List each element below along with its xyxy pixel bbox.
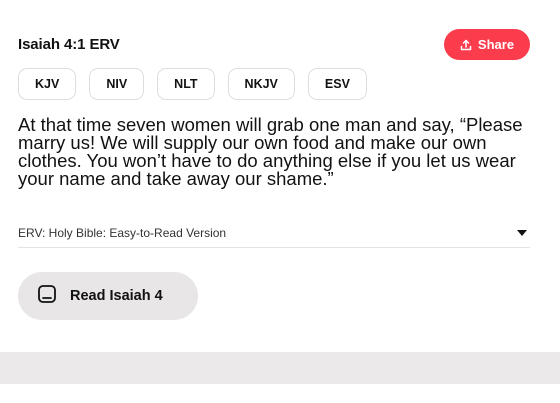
- verse-reference-title: Isaiah 4:1 ERV: [18, 36, 120, 53]
- version-buttons: KJV NIV NLT NKJV ESV: [18, 68, 367, 100]
- read-chapter-label: Read Isaiah 4: [70, 288, 163, 304]
- version-button-esv[interactable]: ESV: [307, 68, 367, 100]
- version-button-nkjv[interactable]: NKJV: [227, 68, 295, 100]
- version-button-kjv[interactable]: KJV: [18, 68, 77, 100]
- version-select-label: ERV: Holy Bible: Easy-to-Read Version: [18, 226, 227, 240]
- book-icon: [37, 284, 57, 309]
- version-button-nlt[interactable]: NLT: [157, 68, 215, 100]
- verse-text: At that time seven women will grab one m…: [18, 114, 523, 189]
- share-icon: [460, 39, 472, 51]
- verse-header: Isaiah 4:1 ERV Share: [18, 29, 530, 60]
- share-button[interactable]: Share: [444, 29, 530, 60]
- next-card: [0, 384, 560, 403]
- version-select[interactable]: ERV: Holy Bible: Easy-to-Read Version: [18, 219, 530, 248]
- verse-card: Isaiah 4:1 ERV Share KJV NIV NLT NKJV ES…: [0, 0, 560, 352]
- caret-down-icon: [517, 230, 527, 236]
- share-label: Share: [477, 37, 515, 52]
- read-chapter-button[interactable]: Read Isaiah 4: [18, 272, 198, 320]
- version-button-niv[interactable]: NIV: [89, 68, 145, 100]
- section-divider: [0, 352, 560, 384]
